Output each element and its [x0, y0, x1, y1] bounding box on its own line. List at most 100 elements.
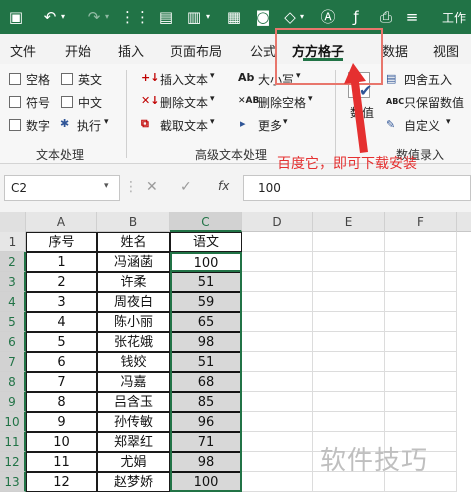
row-header[interactable]: 5: [0, 312, 26, 332]
cell[interactable]: 10: [26, 432, 97, 452]
cancel-icon[interactable]: ✕: [146, 179, 158, 195]
cell[interactable]: [385, 272, 457, 292]
cell[interactable]: [242, 352, 313, 372]
cell[interactable]: 赵梦娇: [97, 472, 170, 492]
undo-icon[interactable]: ↶: [40, 7, 60, 27]
execute-icon[interactable]: ✱: [60, 117, 69, 131]
row-header[interactable]: 13: [0, 472, 26, 492]
cell[interactable]: [313, 272, 385, 292]
execute-dropdown-icon[interactable]: ▾: [104, 117, 109, 127]
execute-button[interactable]: 执行: [77, 117, 101, 134]
cell[interactable]: [385, 232, 457, 252]
cell[interactable]: [313, 412, 385, 432]
row-header[interactable]: 6: [0, 332, 26, 352]
cell[interactable]: 吕含玉: [97, 392, 170, 412]
cell[interactable]: 98: [170, 452, 242, 472]
remove-space-dropdown-icon[interactable]: ▾: [308, 94, 313, 104]
cell[interactable]: [242, 472, 313, 492]
cell[interactable]: [242, 432, 313, 452]
keep-value-button[interactable]: 只保留数值: [404, 94, 464, 111]
row-header[interactable]: 1: [0, 232, 26, 252]
tab-insert[interactable]: 插入: [118, 41, 144, 60]
extract-text-dropdown-icon[interactable]: ▾: [210, 117, 215, 127]
cell[interactable]: 冯涵菡: [97, 252, 170, 272]
tab-data[interactable]: 数据: [382, 41, 408, 60]
cell[interactable]: 郑翠红: [97, 432, 170, 452]
cell[interactable]: 5: [26, 332, 97, 352]
tab-formulas[interactable]: 公式: [250, 41, 276, 60]
more-dropdown-icon[interactable]: ▾: [283, 117, 288, 127]
cell[interactable]: 51: [170, 272, 242, 292]
redo-dropdown-icon[interactable]: ▾: [105, 12, 109, 21]
cell[interactable]: 9: [26, 412, 97, 432]
tab-file[interactable]: 文件: [10, 41, 36, 60]
cell[interactable]: 96: [170, 412, 242, 432]
cell[interactable]: 11: [26, 452, 97, 472]
camera-icon[interactable]: ◙: [253, 7, 273, 27]
extract-text-button[interactable]: 截取文本: [160, 117, 208, 134]
tab-home[interactable]: 开始: [65, 41, 91, 60]
delete-text-dropdown-icon[interactable]: ▾: [210, 94, 215, 104]
textbox-icon[interactable]: Ⓐ: [318, 7, 338, 27]
cell[interactable]: [385, 352, 457, 372]
chart-icon[interactable]: ▥: [184, 7, 204, 27]
cell[interactable]: 语文: [170, 232, 242, 252]
save-icon[interactable]: ▣: [6, 7, 26, 27]
column-header-a[interactable]: A: [26, 212, 97, 232]
redo-icon[interactable]: ↷: [84, 7, 104, 27]
custom-button[interactable]: 自定义: [404, 117, 440, 134]
insert-text-dropdown-icon[interactable]: ▾: [210, 71, 215, 81]
function-icon[interactable]: ƒ: [346, 7, 366, 27]
formula-input[interactable]: 100: [243, 175, 471, 201]
column-header-f[interactable]: F: [385, 212, 457, 232]
cell[interactable]: 张花娥: [97, 332, 170, 352]
checkbox-number[interactable]: [9, 119, 21, 131]
enter-icon[interactable]: ✓: [180, 179, 192, 195]
cell[interactable]: [242, 332, 313, 352]
cell[interactable]: [385, 392, 457, 412]
active-cell[interactable]: 100: [170, 252, 242, 272]
cell[interactable]: 序号: [26, 232, 97, 252]
select-all-corner[interactable]: [0, 212, 26, 232]
table-icon[interactable]: ▤: [156, 7, 176, 27]
cell[interactable]: 12: [26, 472, 97, 492]
cell[interactable]: 59: [170, 292, 242, 312]
cell[interactable]: [313, 372, 385, 392]
cell[interactable]: 98: [170, 332, 242, 352]
cell[interactable]: [242, 452, 313, 472]
cell[interactable]: 7: [26, 372, 97, 392]
shapes-dropdown-icon[interactable]: ▾: [300, 12, 304, 21]
row-header[interactable]: 7: [0, 352, 26, 372]
insert-text-button[interactable]: 插入文本: [160, 71, 208, 88]
cell[interactable]: 1: [26, 252, 97, 272]
cell[interactable]: 6: [26, 352, 97, 372]
row-header[interactable]: 12: [0, 452, 26, 472]
cell[interactable]: [242, 232, 313, 252]
undo-dropdown-icon[interactable]: ▾: [61, 12, 65, 21]
column-header-b[interactable]: B: [97, 212, 170, 232]
delete-text-button[interactable]: 删除文本: [160, 94, 208, 111]
cell[interactable]: [242, 252, 313, 272]
cell[interactable]: [242, 392, 313, 412]
cell[interactable]: [385, 412, 457, 432]
cell[interactable]: 冯嘉: [97, 372, 170, 392]
checkbox-space[interactable]: [9, 73, 21, 85]
more-button[interactable]: 更多: [258, 117, 282, 134]
tab-page-layout[interactable]: 页面布局: [170, 41, 222, 60]
cell[interactable]: [242, 292, 313, 312]
cell[interactable]: 71: [170, 432, 242, 452]
row-header[interactable]: 11: [0, 432, 26, 452]
row-header[interactable]: 3: [0, 272, 26, 292]
cell[interactable]: 钱姣: [97, 352, 170, 372]
checkbox-chinese[interactable]: [61, 96, 73, 108]
round-button[interactable]: 四舍五入: [404, 71, 452, 88]
column-header-d[interactable]: D: [242, 212, 313, 232]
cell[interactable]: 孙传敏: [97, 412, 170, 432]
row-header[interactable]: 10: [0, 412, 26, 432]
cell[interactable]: [313, 292, 385, 312]
cell[interactable]: [385, 332, 457, 352]
checkbox-english[interactable]: [61, 73, 73, 85]
cell[interactable]: [242, 272, 313, 292]
insert-function-button[interactable]: fx: [218, 179, 229, 193]
row-header[interactable]: 2: [0, 252, 26, 272]
